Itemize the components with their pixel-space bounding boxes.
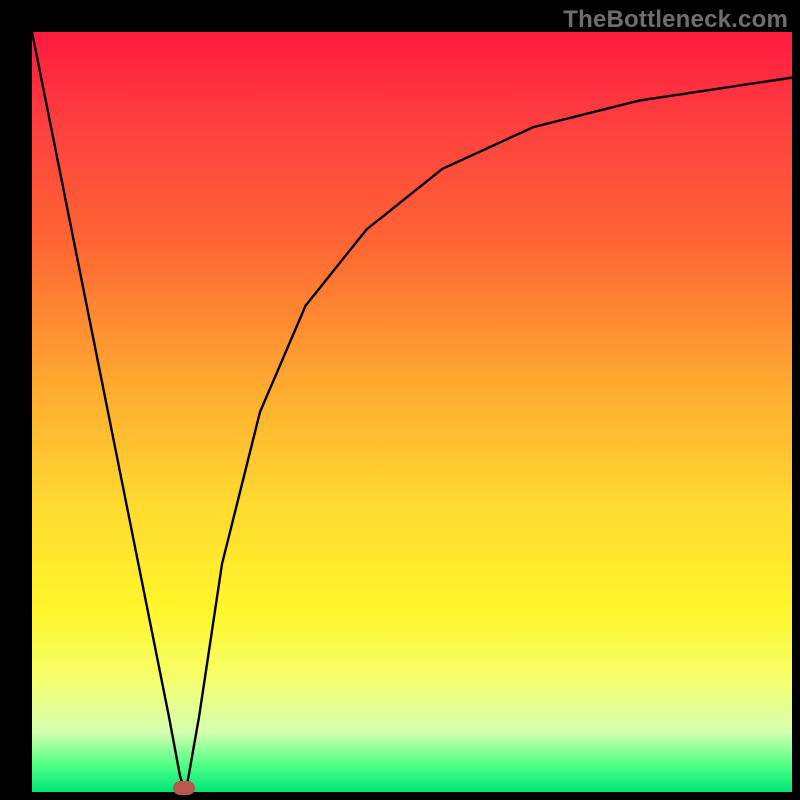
bottleneck-curve [32, 32, 792, 788]
curve-svg [32, 32, 792, 792]
chart-frame: TheBottleneck.com [0, 0, 800, 800]
watermark-text: TheBottleneck.com [563, 6, 788, 34]
plot-area [32, 32, 792, 792]
min-marker [173, 781, 195, 795]
